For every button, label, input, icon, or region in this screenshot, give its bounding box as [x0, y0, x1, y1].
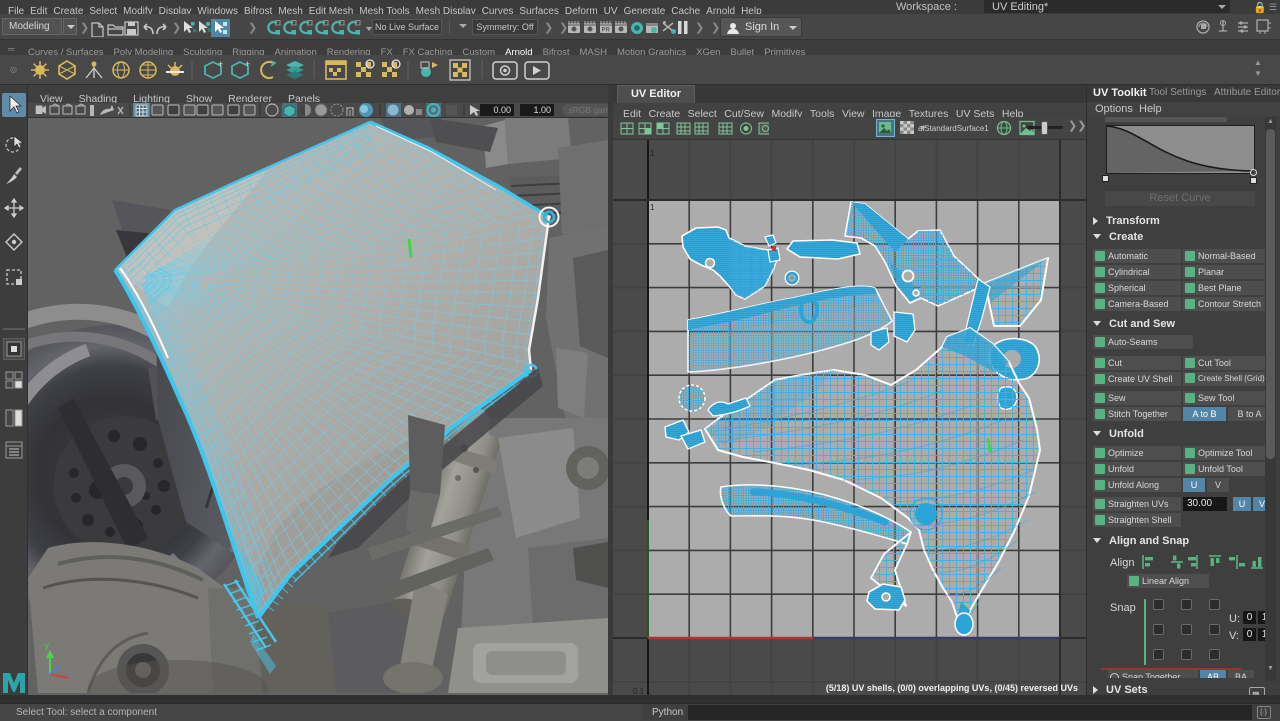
svg-text:1: 1: [650, 203, 655, 212]
svg-text:Y: Y: [44, 643, 50, 652]
svg-text:(5/18) UV shells, (0/0) overla: (5/18) UV shells, (0/0) overlapping UVs,…: [826, 683, 1078, 693]
svg-text:+: +: [245, 59, 250, 69]
svg-text:+: +: [218, 59, 223, 69]
svg-text:1: 1: [650, 149, 655, 158]
